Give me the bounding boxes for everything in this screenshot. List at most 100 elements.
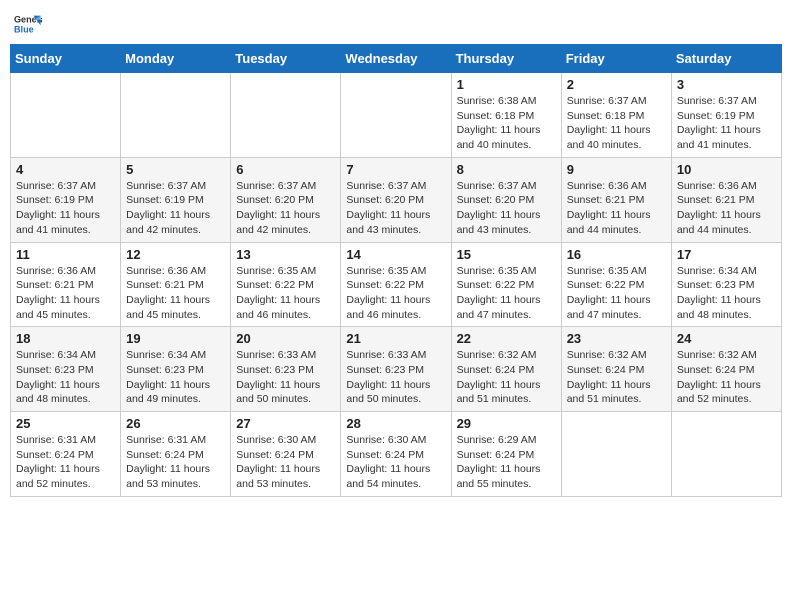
day-number: 18 xyxy=(16,331,115,346)
calendar-cell xyxy=(231,73,341,158)
day-info: Sunrise: 6:30 AM Sunset: 6:24 PM Dayligh… xyxy=(236,433,335,492)
day-info: Sunrise: 6:35 AM Sunset: 6:22 PM Dayligh… xyxy=(457,264,556,323)
day-info: Sunrise: 6:37 AM Sunset: 6:19 PM Dayligh… xyxy=(126,179,225,238)
day-number: 2 xyxy=(567,77,666,92)
day-info: Sunrise: 6:33 AM Sunset: 6:23 PM Dayligh… xyxy=(236,348,335,407)
calendar-cell: 21 Sunrise: 6:33 AM Sunset: 6:23 PM Dayli… xyxy=(341,327,451,412)
day-number: 21 xyxy=(346,331,445,346)
day-info: Sunrise: 6:32 AM Sunset: 6:24 PM Dayligh… xyxy=(677,348,776,407)
day-info: Sunrise: 6:32 AM Sunset: 6:24 PM Dayligh… xyxy=(457,348,556,407)
day-number: 23 xyxy=(567,331,666,346)
calendar-cell: 26 Sunrise: 6:31 AM Sunset: 6:24 PM Dayli… xyxy=(121,412,231,497)
day-info: Sunrise: 6:37 AM Sunset: 6:20 PM Dayligh… xyxy=(457,179,556,238)
day-number: 13 xyxy=(236,247,335,262)
day-number: 6 xyxy=(236,162,335,177)
calendar-cell: 28 Sunrise: 6:30 AM Sunset: 6:24 PM Dayli… xyxy=(341,412,451,497)
weekday-header-row: SundayMondayTuesdayWednesdayThursdayFrid… xyxy=(11,45,782,73)
day-info: Sunrise: 6:31 AM Sunset: 6:24 PM Dayligh… xyxy=(126,433,225,492)
calendar-cell xyxy=(561,412,671,497)
calendar-week-row: 18 Sunrise: 6:34 AM Sunset: 6:23 PM Dayli… xyxy=(11,327,782,412)
day-number: 1 xyxy=(457,77,556,92)
calendar-cell: 14 Sunrise: 6:35 AM Sunset: 6:22 PM Dayli… xyxy=(341,242,451,327)
day-info: Sunrise: 6:37 AM Sunset: 6:18 PM Dayligh… xyxy=(567,94,666,153)
calendar-cell: 4Sunrise: 6:37 AM Sunset: 6:19 PM Daylig… xyxy=(11,157,121,242)
calendar-cell: 7 Sunrise: 6:37 AM Sunset: 6:20 PM Daylig… xyxy=(341,157,451,242)
calendar-cell: 12 Sunrise: 6:36 AM Sunset: 6:21 PM Dayli… xyxy=(121,242,231,327)
day-number: 17 xyxy=(677,247,776,262)
weekday-header-friday: Friday xyxy=(561,45,671,73)
calendar-cell: 18Sunrise: 6:34 AM Sunset: 6:23 PM Dayli… xyxy=(11,327,121,412)
day-info: Sunrise: 6:35 AM Sunset: 6:22 PM Dayligh… xyxy=(346,264,445,323)
day-info: Sunrise: 6:33 AM Sunset: 6:23 PM Dayligh… xyxy=(346,348,445,407)
day-number: 12 xyxy=(126,247,225,262)
day-info: Sunrise: 6:34 AM Sunset: 6:23 PM Dayligh… xyxy=(677,264,776,323)
day-info: Sunrise: 6:37 AM Sunset: 6:20 PM Dayligh… xyxy=(346,179,445,238)
calendar-cell: 19Sunrise: 6:34 AM Sunset: 6:23 PM Dayli… xyxy=(121,327,231,412)
calendar-cell: 2 Sunrise: 6:37 AM Sunset: 6:18 PM Daylig… xyxy=(561,73,671,158)
day-info: Sunrise: 6:32 AM Sunset: 6:24 PM Dayligh… xyxy=(567,348,666,407)
day-info: Sunrise: 6:37 AM Sunset: 6:19 PM Dayligh… xyxy=(677,94,776,153)
calendar-cell xyxy=(121,73,231,158)
weekday-header-saturday: Saturday xyxy=(671,45,781,73)
calendar-table: SundayMondayTuesdayWednesdayThursdayFrid… xyxy=(10,44,782,497)
weekday-header-wednesday: Wednesday xyxy=(341,45,451,73)
day-number: 24 xyxy=(677,331,776,346)
logo-icon: General Blue xyxy=(14,10,42,38)
day-number: 29 xyxy=(457,416,556,431)
calendar-cell xyxy=(341,73,451,158)
day-info: Sunrise: 6:34 AM Sunset: 6:23 PM Dayligh… xyxy=(126,348,225,407)
calendar-week-row: 11Sunrise: 6:36 AM Sunset: 6:21 PM Dayli… xyxy=(11,242,782,327)
day-number: 5 xyxy=(126,162,225,177)
day-number: 20 xyxy=(236,331,335,346)
svg-text:Blue: Blue xyxy=(14,24,34,34)
calendar-cell: 27 Sunrise: 6:30 AM Sunset: 6:24 PM Dayli… xyxy=(231,412,341,497)
calendar-week-row: 1 Sunrise: 6:38 AM Sunset: 6:18 PM Daylig… xyxy=(11,73,782,158)
day-number: 9 xyxy=(567,162,666,177)
day-number: 10 xyxy=(677,162,776,177)
day-info: Sunrise: 6:36 AM Sunset: 6:21 PM Dayligh… xyxy=(16,264,115,323)
calendar-cell: 9 Sunrise: 6:36 AM Sunset: 6:21 PM Daylig… xyxy=(561,157,671,242)
day-number: 7 xyxy=(346,162,445,177)
calendar-cell xyxy=(671,412,781,497)
calendar-cell: 16 Sunrise: 6:35 AM Sunset: 6:22 PM Dayli… xyxy=(561,242,671,327)
day-number: 14 xyxy=(346,247,445,262)
calendar-cell: 6 Sunrise: 6:37 AM Sunset: 6:20 PM Daylig… xyxy=(231,157,341,242)
calendar-cell: 15 Sunrise: 6:35 AM Sunset: 6:22 PM Dayli… xyxy=(451,242,561,327)
calendar-cell: 5 Sunrise: 6:37 AM Sunset: 6:19 PM Daylig… xyxy=(121,157,231,242)
weekday-header-thursday: Thursday xyxy=(451,45,561,73)
calendar-cell: 29 Sunrise: 6:29 AM Sunset: 6:24 PM Dayli… xyxy=(451,412,561,497)
day-number: 16 xyxy=(567,247,666,262)
calendar-cell: 24 Sunrise: 6:32 AM Sunset: 6:24 PM Dayli… xyxy=(671,327,781,412)
day-info: Sunrise: 6:29 AM Sunset: 6:24 PM Dayligh… xyxy=(457,433,556,492)
calendar-week-row: 4Sunrise: 6:37 AM Sunset: 6:19 PM Daylig… xyxy=(11,157,782,242)
day-number: 26 xyxy=(126,416,225,431)
calendar-cell: 1 Sunrise: 6:38 AM Sunset: 6:18 PM Daylig… xyxy=(451,73,561,158)
weekday-header-sunday: Sunday xyxy=(11,45,121,73)
day-info: Sunrise: 6:31 AM Sunset: 6:24 PM Dayligh… xyxy=(16,433,115,492)
calendar-cell: 13 Sunrise: 6:35 AM Sunset: 6:22 PM Dayli… xyxy=(231,242,341,327)
day-info: Sunrise: 6:37 AM Sunset: 6:20 PM Dayligh… xyxy=(236,179,335,238)
weekday-header-tuesday: Tuesday xyxy=(231,45,341,73)
day-info: Sunrise: 6:35 AM Sunset: 6:22 PM Dayligh… xyxy=(567,264,666,323)
day-number: 22 xyxy=(457,331,556,346)
page-header: General Blue xyxy=(10,10,782,38)
calendar-cell: 11Sunrise: 6:36 AM Sunset: 6:21 PM Dayli… xyxy=(11,242,121,327)
calendar-cell: 10Sunrise: 6:36 AM Sunset: 6:21 PM Dayli… xyxy=(671,157,781,242)
day-number: 28 xyxy=(346,416,445,431)
day-number: 25 xyxy=(16,416,115,431)
day-number: 15 xyxy=(457,247,556,262)
calendar-week-row: 25 Sunrise: 6:31 AM Sunset: 6:24 PM Dayli… xyxy=(11,412,782,497)
day-info: Sunrise: 6:36 AM Sunset: 6:21 PM Dayligh… xyxy=(567,179,666,238)
day-info: Sunrise: 6:30 AM Sunset: 6:24 PM Dayligh… xyxy=(346,433,445,492)
day-number: 27 xyxy=(236,416,335,431)
day-info: Sunrise: 6:38 AM Sunset: 6:18 PM Dayligh… xyxy=(457,94,556,153)
day-info: Sunrise: 6:35 AM Sunset: 6:22 PM Dayligh… xyxy=(236,264,335,323)
day-info: Sunrise: 6:36 AM Sunset: 6:21 PM Dayligh… xyxy=(126,264,225,323)
day-number: 3 xyxy=(677,77,776,92)
calendar-cell: 3 Sunrise: 6:37 AM Sunset: 6:19 PM Daylig… xyxy=(671,73,781,158)
logo: General Blue xyxy=(14,10,42,38)
day-number: 8 xyxy=(457,162,556,177)
weekday-header-monday: Monday xyxy=(121,45,231,73)
calendar-cell: 25 Sunrise: 6:31 AM Sunset: 6:24 PM Dayli… xyxy=(11,412,121,497)
calendar-cell: 22 Sunrise: 6:32 AM Sunset: 6:24 PM Dayli… xyxy=(451,327,561,412)
